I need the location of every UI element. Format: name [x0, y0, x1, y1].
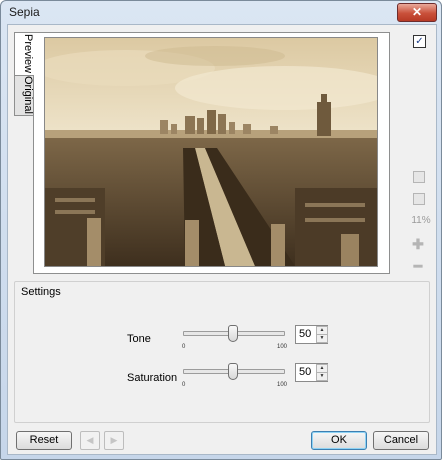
- zoom-level: 11%: [411, 215, 431, 226]
- cancel-button[interactable]: Cancel: [373, 431, 429, 450]
- title-bar: Sepia ✕: [1, 1, 441, 23]
- dialog-client-area: Preview Original ✓ 11% ✚ ━ Settings Tone…: [7, 24, 437, 455]
- saturation-max-label: 100: [277, 382, 288, 388]
- preview-tabs: Preview Original: [14, 32, 390, 274]
- tone-max-label: 100: [277, 344, 288, 350]
- tone-min-label: 0: [182, 344, 186, 350]
- saturation-slider-thumb[interactable]: [228, 363, 238, 380]
- back-button[interactable]: ◀: [80, 431, 100, 450]
- tone-value[interactable]: 50: [299, 328, 311, 340]
- fit-to-window-icon[interactable]: [413, 171, 425, 183]
- settings-title: Settings: [21, 286, 61, 298]
- zoom-out-icon[interactable]: ━: [412, 258, 424, 275]
- forward-button[interactable]: ▶: [104, 431, 124, 450]
- tab-original[interactable]: Original: [14, 74, 34, 116]
- preview-panel: [33, 32, 390, 274]
- saturation-label: Saturation: [127, 372, 178, 384]
- sepia-preview-image: [44, 37, 378, 267]
- tone-spinbox[interactable]: 50 ▲ ▼: [295, 325, 328, 344]
- tone-down-icon[interactable]: ▼: [316, 334, 328, 343]
- tone-slider-thumb[interactable]: [228, 325, 238, 342]
- saturation-min-label: 0: [182, 382, 186, 388]
- settings-group: Settings Tone 0 100 50 ▲ ▼ Saturation 0 …: [14, 281, 430, 423]
- saturation-spinbox[interactable]: 50 ▲ ▼: [295, 363, 328, 382]
- saturation-value[interactable]: 50: [299, 366, 311, 378]
- saturation-down-icon[interactable]: ▼: [316, 372, 328, 381]
- reset-button[interactable]: Reset: [16, 431, 72, 450]
- tab-preview[interactable]: Preview: [14, 32, 34, 76]
- close-button[interactable]: ✕: [397, 3, 437, 22]
- sepia-dialog: Sepia ✕ Preview Original ✓ 11% ✚ ━ Setti…: [0, 0, 442, 460]
- zoom-in-icon[interactable]: ✚: [412, 236, 424, 253]
- window-title: Sepia: [9, 5, 40, 19]
- ok-button[interactable]: OK: [311, 431, 367, 450]
- actual-size-icon[interactable]: [413, 193, 425, 205]
- tone-label: Tone: [127, 333, 151, 345]
- preview-toggle-checkbox[interactable]: ✓: [413, 35, 426, 48]
